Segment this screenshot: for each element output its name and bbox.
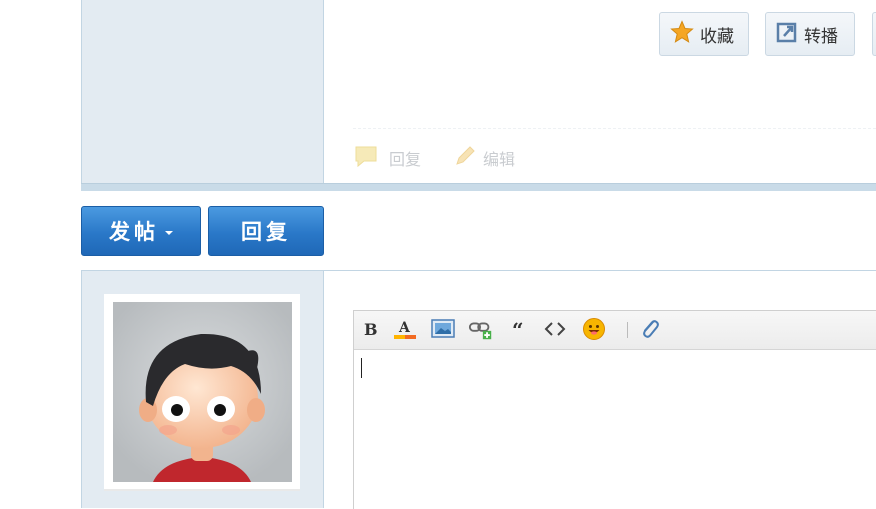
share-icon bbox=[776, 21, 798, 48]
svg-text:B: B bbox=[364, 320, 378, 338]
text-cursor bbox=[361, 358, 362, 378]
smiley-icon[interactable] bbox=[581, 316, 607, 342]
post-edit-link[interactable]: 编辑 bbox=[453, 145, 515, 171]
comment-icon bbox=[353, 144, 379, 172]
post-author-sidebar bbox=[81, 0, 324, 183]
divider bbox=[353, 128, 876, 129]
post-reply-link[interactable]: 回复 bbox=[353, 145, 421, 171]
code-icon[interactable] bbox=[542, 316, 568, 342]
post-edit-label: 编辑 bbox=[483, 150, 516, 169]
new-post-label: 发帖 bbox=[109, 220, 159, 244]
quote-icon[interactable]: “ bbox=[505, 316, 531, 342]
star-icon bbox=[670, 19, 694, 49]
reply-author-sidebar bbox=[81, 271, 324, 508]
new-post-button[interactable]: 发帖 bbox=[81, 206, 201, 256]
avatar bbox=[113, 302, 292, 482]
favorite-label: 收藏 bbox=[700, 26, 734, 47]
font-color-icon[interactable]: A bbox=[392, 316, 418, 342]
avatar-frame bbox=[104, 294, 300, 491]
link-icon[interactable] bbox=[468, 316, 494, 342]
reply-button[interactable]: 回复 bbox=[208, 206, 324, 256]
post-reply-label: 回复 bbox=[389, 150, 422, 169]
svg-text:A: A bbox=[398, 320, 411, 336]
share-label: 转播 bbox=[804, 26, 838, 47]
reply-label: 回复 bbox=[241, 220, 291, 244]
quick-reply: B A “ bbox=[81, 270, 876, 509]
share-button[interactable]: 转播 bbox=[765, 12, 855, 56]
bold-icon[interactable]: B bbox=[357, 316, 383, 342]
image-icon[interactable] bbox=[430, 316, 456, 342]
toolbar-separator bbox=[627, 322, 628, 338]
post-bottom-bar bbox=[81, 183, 876, 191]
svg-text:“: “ bbox=[512, 320, 524, 338]
editor-toolbar: B A “ bbox=[354, 311, 876, 350]
favorite-button[interactable]: 收藏 bbox=[659, 12, 749, 56]
reply-editor: B A “ bbox=[353, 310, 876, 509]
chevron-down-icon bbox=[165, 231, 173, 235]
reply-textarea[interactable] bbox=[354, 350, 876, 509]
previous-post: 收藏 转播 回复 编辑 bbox=[81, 0, 876, 191]
attachment-icon[interactable] bbox=[636, 316, 662, 342]
more-actions-button[interactable] bbox=[872, 12, 876, 56]
pencil-icon bbox=[453, 144, 477, 172]
